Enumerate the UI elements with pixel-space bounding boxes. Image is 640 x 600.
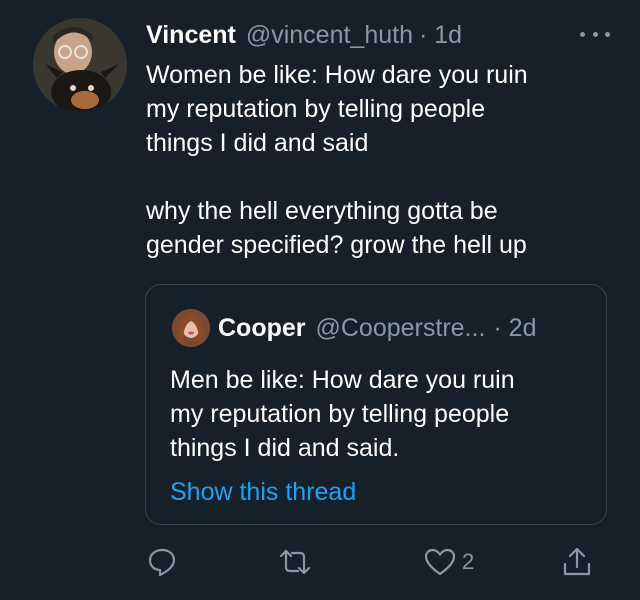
share-icon (563, 547, 591, 576)
dot (605, 31, 610, 37)
heart-icon (424, 548, 456, 576)
quoted-avatar-image (172, 309, 210, 347)
like-button[interactable]: 2 (424, 540, 474, 584)
author-avatar[interactable] (33, 18, 127, 112)
quoted-tweet-timestamp: · 2d (493, 313, 537, 342)
tweet-text: Women be like: How dare you ruin my repu… (146, 61, 528, 259)
tweet-actions: 2 (0, 540, 640, 584)
show-thread-link[interactable]: Show this thread (170, 478, 356, 507)
quoted-tweet-header: Cooper @Cooperstre... · 2d (218, 311, 586, 345)
share-button[interactable] (562, 540, 592, 584)
avatar-image (33, 18, 127, 112)
retweet-icon (279, 549, 311, 575)
tweet-header: Vincent @vincent_huth · 1d (146, 18, 610, 52)
like-count: 2 (462, 549, 475, 574)
reply-icon (148, 548, 176, 577)
tweet-timestamp[interactable]: · 1d (419, 21, 462, 50)
quoted-author-handle: @Cooperstre... (315, 313, 486, 342)
quoted-author-name: Cooper (218, 313, 306, 342)
more-options-icon[interactable] (580, 22, 610, 46)
author-handle[interactable]: @vincent_huth (246, 21, 413, 50)
quoted-author-avatar (172, 309, 210, 347)
reply-button[interactable] (147, 540, 177, 584)
retweet-button[interactable] (278, 540, 312, 584)
dot (592, 31, 598, 37)
author-name[interactable]: Vincent (146, 21, 236, 50)
quoted-tweet-text: Men be like: How dare you ruin my reputa… (170, 366, 515, 462)
dot (580, 31, 585, 37)
quoted-tweet[interactable]: Cooper @Cooperstre... · 2d Men be like: … (145, 284, 607, 525)
